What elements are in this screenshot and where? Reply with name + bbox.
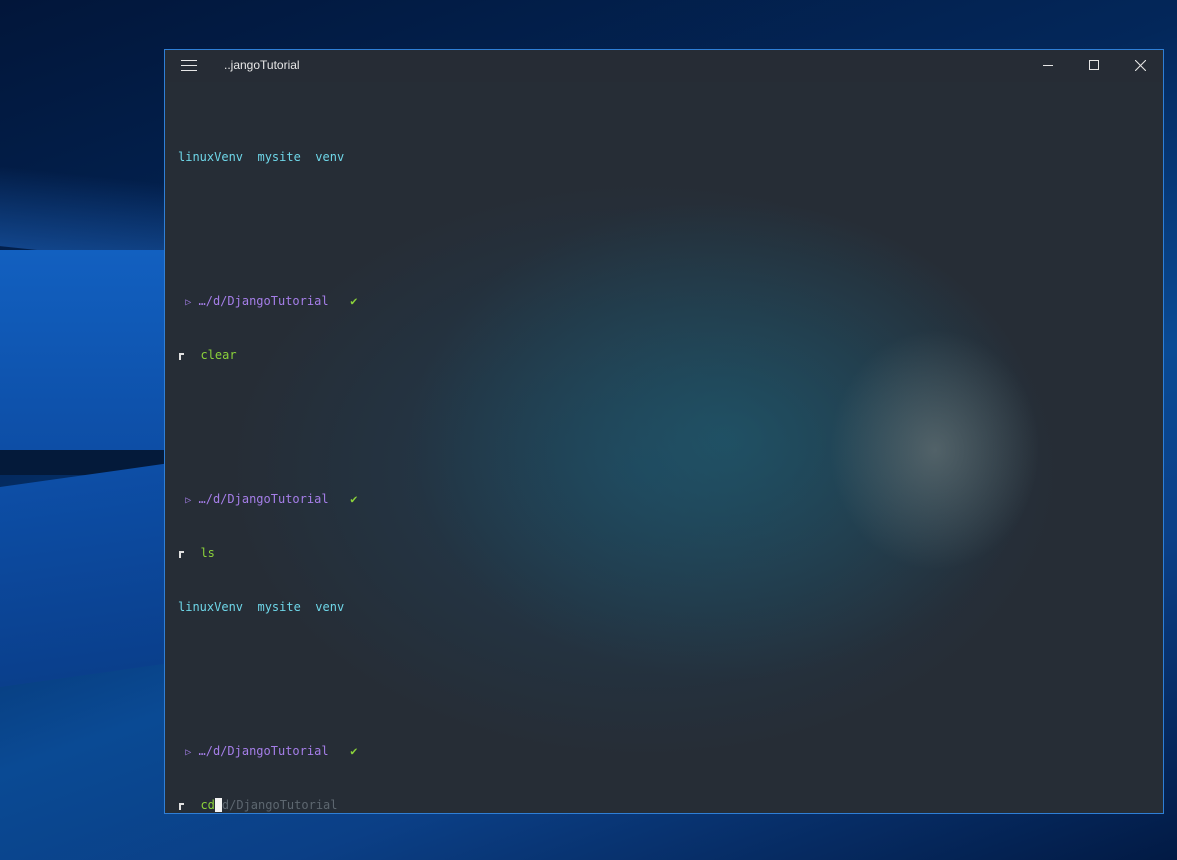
minimize-button[interactable] bbox=[1025, 50, 1071, 82]
folder-icon: ▷ bbox=[185, 297, 192, 308]
maximize-button[interactable] bbox=[1071, 50, 1117, 82]
text-cursor bbox=[214, 798, 222, 812]
prompt-line: ▷ …/d/DjangoTutorial ✔ bbox=[178, 742, 357, 760]
prompt-corner-icon bbox=[178, 799, 186, 811]
command-text: clear bbox=[200, 348, 237, 362]
maximize-icon bbox=[1089, 60, 1099, 70]
desktop-light-beam bbox=[0, 250, 170, 450]
command-input[interactable]: cd bbox=[200, 798, 214, 812]
prompt-path: …/d/DjangoTutorial bbox=[198, 744, 329, 758]
desktop-light-beam bbox=[0, 463, 170, 687]
folder-icon: ▷ bbox=[185, 747, 192, 758]
check-icon: ✔ bbox=[350, 744, 358, 758]
check-icon: ✔ bbox=[350, 492, 358, 506]
command-line: clear bbox=[178, 346, 357, 364]
hamburger-menu-icon[interactable] bbox=[181, 60, 197, 72]
folder-icon: ▷ bbox=[185, 495, 192, 506]
window-title: ..jangoTutorial bbox=[224, 58, 300, 72]
command-line: ls bbox=[178, 544, 357, 562]
autosuggestion-text: d/DjangoTutorial bbox=[221, 798, 338, 812]
minimize-icon bbox=[1043, 65, 1053, 66]
command-text: ls bbox=[200, 546, 215, 560]
ls-output-line: linuxVenv mysite venv bbox=[178, 598, 357, 616]
prompt-path: …/d/DjangoTutorial bbox=[198, 492, 329, 506]
directory-entry: linuxVenv bbox=[178, 600, 244, 614]
desktop-light-beam bbox=[0, 166, 170, 264]
directory-entry: mysite bbox=[257, 600, 301, 614]
prompt-corner-icon bbox=[178, 547, 186, 559]
prompt-corner-icon bbox=[178, 349, 186, 361]
prompt-path: …/d/DjangoTutorial bbox=[198, 294, 329, 308]
close-icon bbox=[1135, 60, 1146, 71]
active-command-line[interactable]: cd d/DjangoTutorial bbox=[178, 796, 357, 813]
ls-output-line: linuxVenv mysite venv bbox=[178, 148, 357, 166]
check-icon: ✔ bbox=[350, 294, 358, 308]
directory-entry: linuxVenv bbox=[178, 150, 244, 164]
directory-entry: mysite bbox=[257, 150, 301, 164]
directory-entry: venv bbox=[315, 150, 345, 164]
title-bar[interactable]: ..jangoTutorial bbox=[165, 50, 1163, 82]
terminal-output[interactable]: linuxVenv mysite venv ▷ …/d/DjangoTutori… bbox=[178, 94, 357, 813]
prompt-line: ▷ …/d/DjangoTutorial ✔ bbox=[178, 490, 357, 508]
desktop-light-beam bbox=[0, 450, 170, 475]
terminal-window[interactable]: ..jangoTutorial linuxVenv mysite venv ▷ … bbox=[164, 49, 1164, 814]
close-button[interactable] bbox=[1117, 50, 1163, 82]
directory-entry: venv bbox=[315, 600, 345, 614]
prompt-line: ▷ …/d/DjangoTutorial ✔ bbox=[178, 292, 357, 310]
